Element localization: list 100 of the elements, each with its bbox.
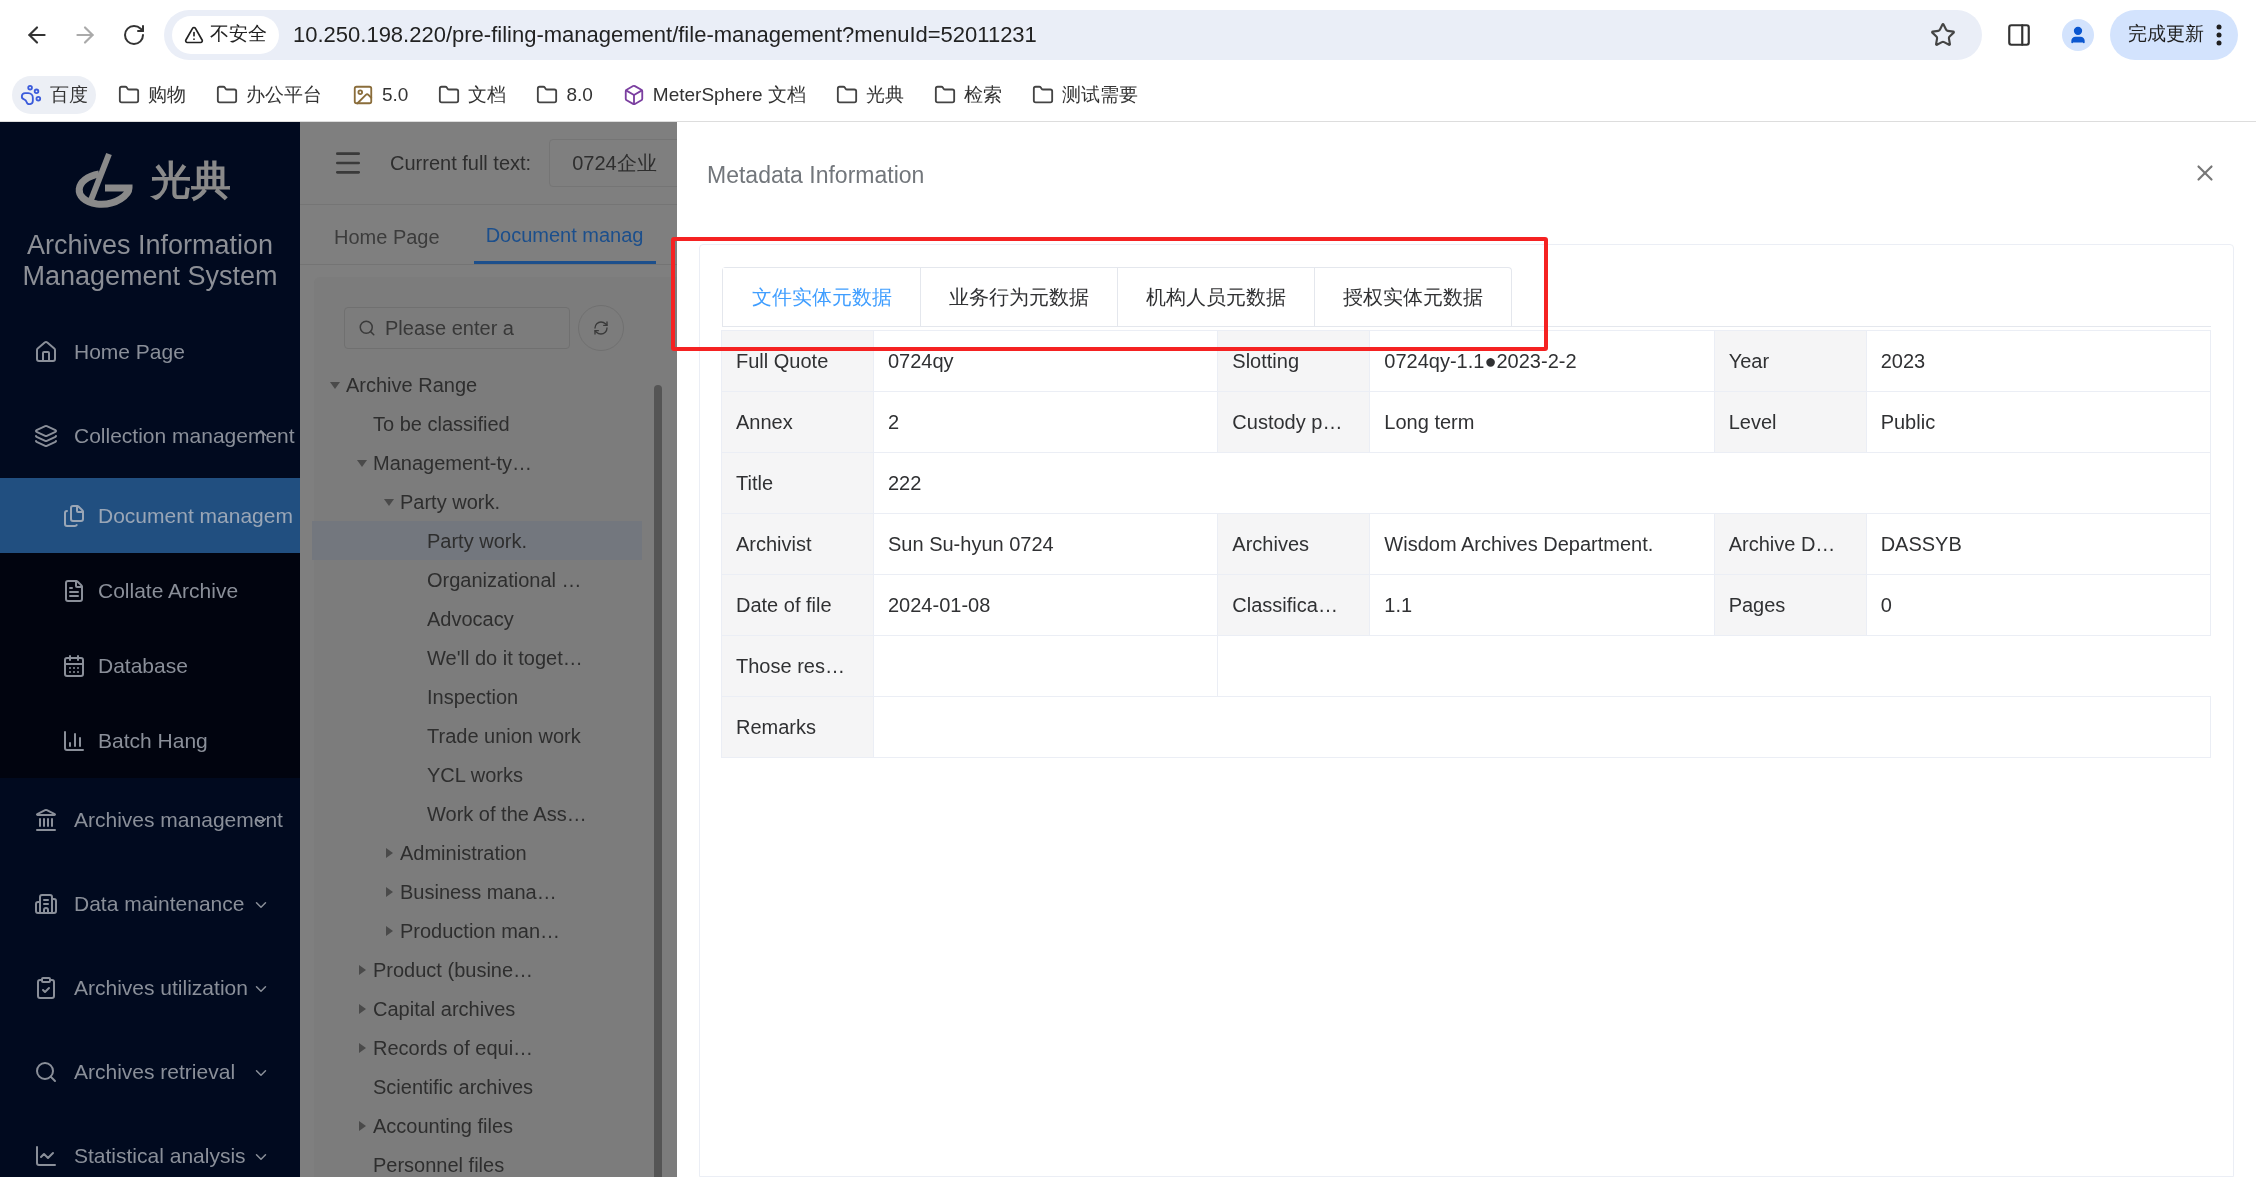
- field-label: Those res…: [722, 636, 874, 696]
- bookmark[interactable]: 测试需要: [1023, 76, 1146, 115]
- documents-icon: [62, 503, 86, 528]
- layers-icon: [34, 424, 58, 448]
- menu-item[interactable]: Archives management: [0, 778, 300, 862]
- tree-item[interactable]: Production man…: [312, 911, 642, 950]
- caret-icon[interactable]: [356, 1041, 368, 1054]
- field-label: Title: [722, 453, 874, 513]
- search-field[interactable]: Please enter a: [344, 307, 570, 349]
- field-value: Sun Su-hyun 0724: [887, 532, 1055, 557]
- bookmark[interactable]: 购物: [110, 76, 194, 115]
- warning-icon: [184, 24, 204, 45]
- tree-item[interactable]: To be classified: [312, 404, 642, 443]
- menu-item[interactable]: Statistical analysis: [0, 1114, 300, 1177]
- home-icon: [34, 340, 58, 364]
- field-label: Level: [1714, 392, 1867, 452]
- security-chip[interactable]: 不安全: [172, 15, 279, 54]
- metadata-tab[interactable]: 授权实体元数据: [1314, 268, 1511, 326]
- field-value: 2024-01-08: [887, 593, 992, 618]
- refresh-icon: [593, 320, 609, 336]
- bank-icon: [34, 808, 58, 832]
- bookmark[interactable]: 文档: [430, 76, 515, 115]
- submenu-item[interactable]: Document managem: [0, 478, 300, 553]
- submenu-item[interactable]: Database: [0, 628, 300, 703]
- menu-item[interactable]: Data maintenance: [0, 862, 300, 946]
- tree-item[interactable]: Archive Range: [312, 365, 642, 404]
- tree-item[interactable]: Organizational …: [312, 560, 642, 599]
- tree-item[interactable]: Capital archives: [312, 989, 642, 1028]
- document-icon: [62, 578, 86, 603]
- tree-item[interactable]: Work of the Ass…: [312, 794, 642, 833]
- caret-icon[interactable]: [356, 1119, 368, 1132]
- metadata-tab[interactable]: 业务行为元数据: [920, 268, 1117, 326]
- submenu-item[interactable]: Batch Hang: [0, 703, 300, 778]
- system-name: Archives Information Management System: [21, 230, 279, 292]
- paw-icon: [20, 84, 42, 107]
- bookmark[interactable]: 百度: [12, 76, 96, 115]
- reload-icon[interactable]: [122, 22, 146, 47]
- profile-avatar[interactable]: [2062, 18, 2094, 51]
- menu-item[interactable]: Archives retrieval: [0, 1030, 300, 1114]
- tree-item[interactable]: Management-ty…: [312, 443, 642, 482]
- field-value: 2023: [1879, 349, 1927, 374]
- tree-item[interactable]: Inspection: [312, 677, 642, 716]
- address-bar[interactable]: 不安全 10.250.198.220/pre-filing-management/file-management?menuId=52011231: [164, 9, 1982, 60]
- scrollbar[interactable]: [654, 385, 662, 1177]
- tree-item[interactable]: Product (busine…: [312, 950, 642, 989]
- metadata-tab[interactable]: 机构人员元数据: [1117, 268, 1314, 326]
- tree-item[interactable]: Accounting files: [312, 1106, 642, 1145]
- field-value: Public: [1879, 410, 1937, 435]
- tree-item[interactable]: Business mana…: [312, 872, 642, 911]
- caret-icon[interactable]: [356, 1002, 368, 1015]
- bookmark[interactable]: 光典: [827, 76, 912, 115]
- field-label: Full Quote: [722, 331, 874, 391]
- calendar-icon: [62, 653, 86, 678]
- bookmark[interactable]: 8.0: [528, 76, 601, 115]
- star-icon[interactable]: [1930, 21, 1956, 48]
- tree-item[interactable]: Scientific archives: [312, 1067, 642, 1106]
- logo-text: 光典: [151, 157, 231, 204]
- submenu-item[interactable]: Collate Archive: [0, 553, 300, 628]
- field-value: Long term: [1383, 410, 1476, 435]
- caret-icon[interactable]: [356, 963, 368, 976]
- field-label: Classifica…: [1218, 575, 1371, 635]
- update-button[interactable]: 完成更新: [2110, 9, 2238, 60]
- field-value: 0724qy: [887, 349, 955, 374]
- bookmark[interactable]: 办公平台: [208, 76, 330, 115]
- clipboard-check-icon: [34, 976, 58, 1000]
- tree-item[interactable]: Advocacy: [312, 599, 642, 638]
- tree-item[interactable]: We'll do it toget…: [312, 638, 642, 677]
- field-value: Wisdom Archives Department.: [1383, 532, 1655, 557]
- tree-item[interactable]: Records of equi…: [312, 1028, 642, 1067]
- line-chart-icon: [34, 1144, 58, 1168]
- side-panel-icon[interactable]: [2006, 21, 2032, 48]
- image-icon: [352, 84, 374, 107]
- bookmark[interactable]: 检索: [925, 76, 1010, 115]
- caret-icon[interactable]: [383, 846, 395, 859]
- person-icon: [2068, 24, 2088, 45]
- bookmark[interactable]: 5.0: [344, 76, 417, 115]
- caret-icon[interactable]: [383, 885, 395, 898]
- menu-item[interactable]: Home Page: [0, 310, 300, 394]
- field-value: 2: [887, 410, 901, 435]
- tree-item[interactable]: Trade union work: [312, 716, 642, 755]
- tree-item[interactable]: Party work.: [312, 482, 642, 521]
- menu-item[interactable]: Archives utilization: [0, 946, 300, 1030]
- field-label: Pages: [1714, 575, 1867, 635]
- bookmark[interactable]: MeterSphere 文档: [614, 76, 814, 115]
- tree-item[interactable]: Party work.: [312, 521, 642, 560]
- search-icon: [34, 1060, 58, 1084]
- field-label: Remarks: [722, 697, 874, 757]
- cube-icon: [622, 84, 645, 107]
- field-label: Archive D…: [1714, 514, 1867, 574]
- field-value: DASSYB: [1879, 532, 1963, 557]
- tree-item[interactable]: YCL works: [312, 755, 642, 794]
- tree-item[interactable]: Personnel files: [312, 1145, 642, 1177]
- caret-icon[interactable]: [383, 924, 395, 937]
- field-label: Archives: [1218, 514, 1371, 574]
- field-value: 1.1: [1383, 593, 1414, 618]
- field-label: Annex: [722, 392, 874, 452]
- menu-item[interactable]: Collection management: [0, 394, 300, 478]
- url-text: 10.250.198.220/pre-filing-management/file-management?menuId=52011231: [293, 21, 1038, 50]
- field-value: 222: [887, 471, 923, 496]
- tree-item[interactable]: Administration: [312, 833, 642, 872]
